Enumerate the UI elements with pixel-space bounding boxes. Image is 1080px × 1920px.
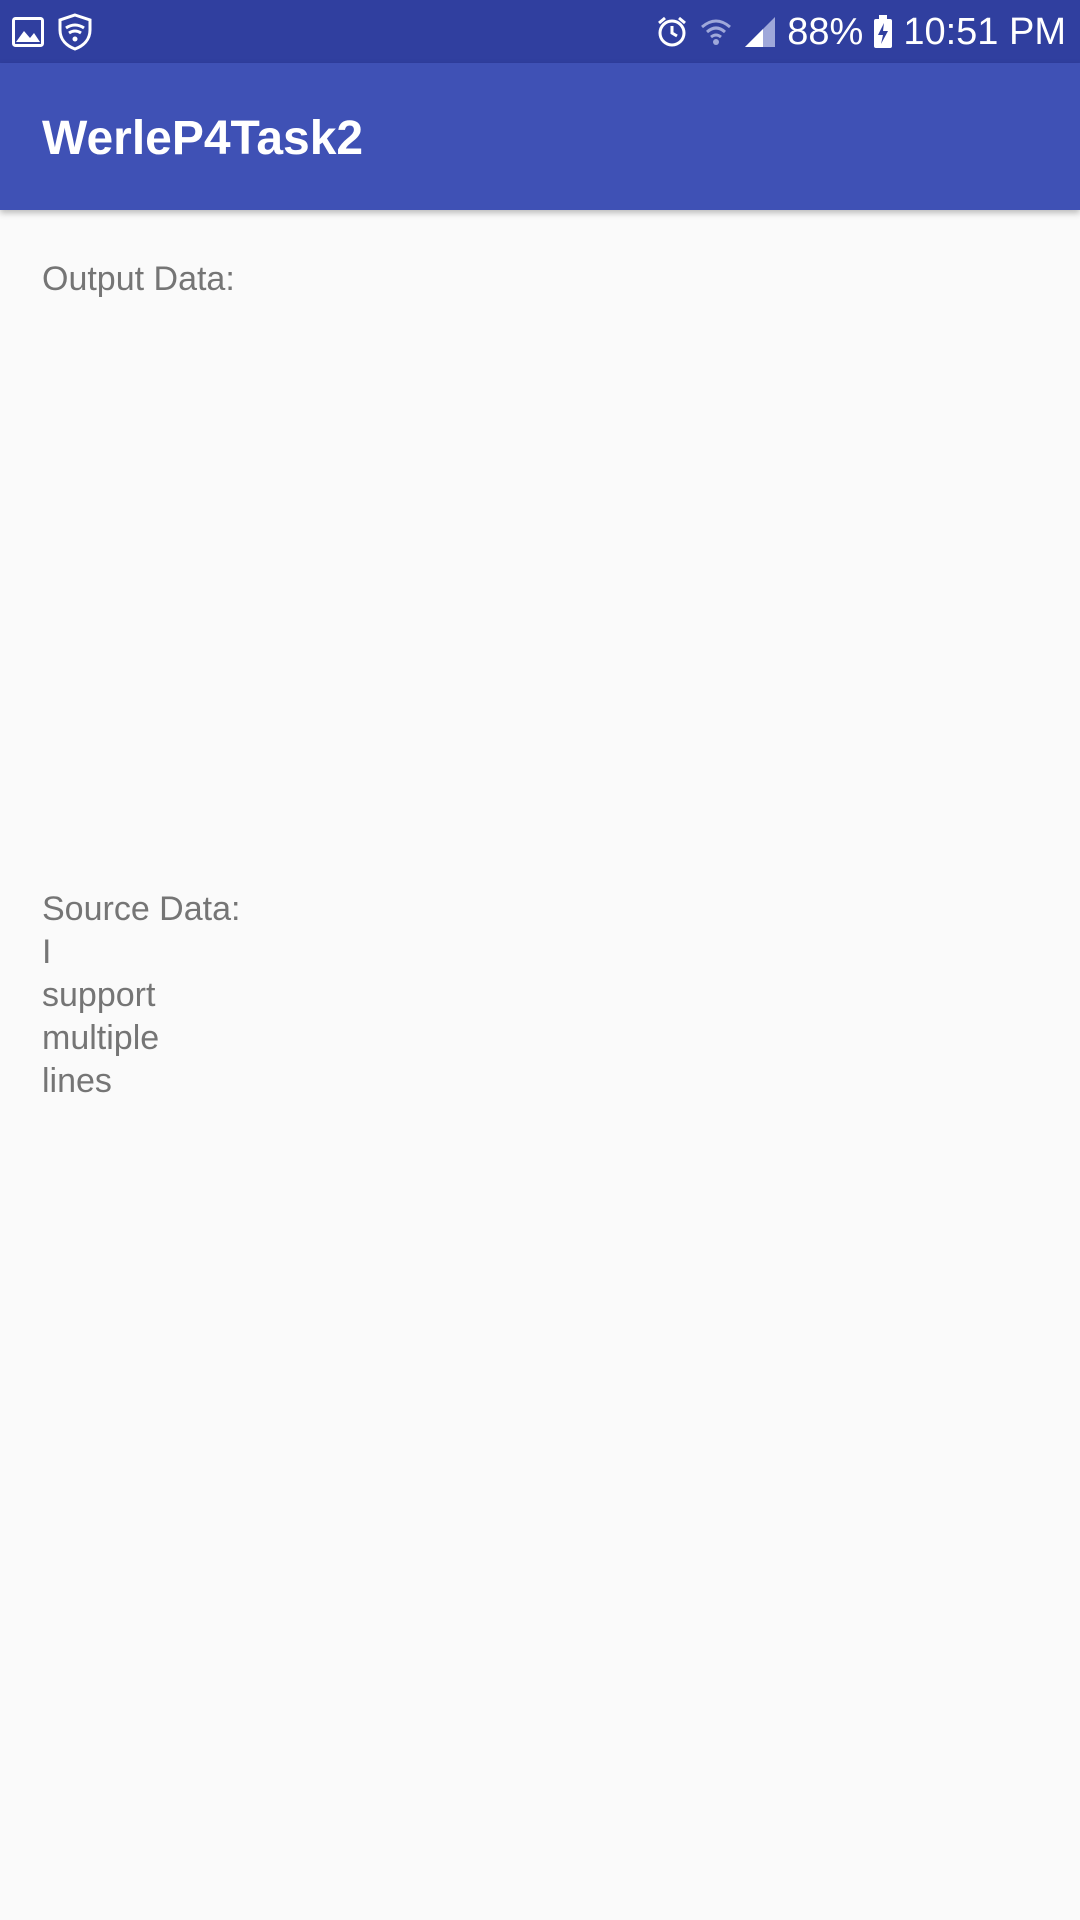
signal-icon	[743, 15, 777, 49]
source-line: multiple	[42, 1019, 160, 1057]
output-data-label: Output Data:	[42, 260, 235, 298]
status-time: 10:51 PM	[903, 11, 1066, 53]
app-title: WerleP4Task2	[42, 112, 364, 165]
battery-charging-icon	[873, 15, 893, 49]
status-left-icons	[12, 12, 94, 52]
source-line: support	[42, 976, 156, 1014]
battery-percent: 88%	[787, 11, 864, 53]
app-bar: WerleP4Task2	[0, 63, 1080, 210]
source-line: I	[42, 933, 52, 971]
status-right-icons: 88% 10:51 PM	[655, 8, 1066, 56]
source-data-block: Source Data: I support multiple lines	[42, 888, 240, 1103]
shield-icon	[56, 13, 94, 51]
wifi-icon	[699, 15, 733, 49]
source-data-label: Source Data:	[42, 890, 241, 928]
source-line: lines	[42, 1062, 112, 1100]
gallery-icon	[12, 17, 44, 47]
alarm-icon	[655, 15, 689, 49]
status-bar: 88% 10:51 PM	[0, 0, 1080, 63]
